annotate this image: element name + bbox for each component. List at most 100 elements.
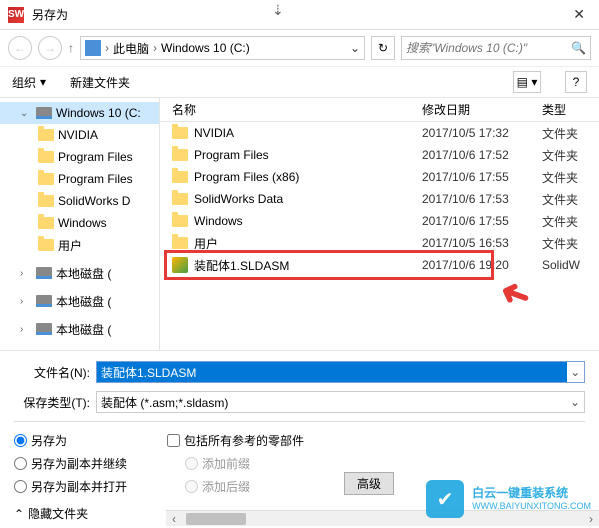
watermark-icon: ✔ [426,480,464,518]
filename-row: 文件名(N): ⌄ [14,361,585,383]
file-name: Program Files [194,148,422,162]
new-folder-button[interactable]: 新建文件夹 [70,74,130,91]
tree-label: SolidWorks D [58,194,130,208]
folder-icon [172,171,188,183]
tree-drive-c[interactable]: ⌄ Windows 10 (C: [0,102,159,124]
scroll-left-icon[interactable]: ‹ [166,512,182,526]
saveas-radio-group: 另存为 另存为副本并继续 另存为副本并打开 [14,432,127,495]
watermark-text: 白云一键重装系统 WWW.BAIYUNXITONG.COM [472,486,591,511]
nav-up-button[interactable]: ↑ [68,41,74,55]
col-date-header[interactable]: 修改日期 [422,101,542,118]
filename-input[interactable] [97,362,567,382]
radio-saveas[interactable]: 另存为 [14,432,127,449]
radio-prefix[interactable]: 添加前缀 [185,455,304,472]
folder-icon [172,149,188,161]
file-name: NVIDIA [194,126,422,140]
refresh-button[interactable]: ↻ [371,36,395,60]
breadcrumb-pc[interactable]: 此电脑 [113,40,149,57]
file-date: 2017/10/6 17:53 [422,192,542,206]
refs-check-group: 包括所有参考的零部件 添加前缀 添加后缀 [167,432,304,495]
file-date: 2017/10/5 17:32 [422,126,542,140]
search-input[interactable] [406,41,567,55]
close-button[interactable]: ✕ [567,6,591,23]
file-name: SolidWorks Data [194,192,422,206]
radio-copy-open[interactable]: 另存为副本并打开 [14,478,127,495]
file-name: 用户 [194,235,422,252]
check-include-refs[interactable]: 包括所有参考的零部件 [167,432,304,449]
tree-item[interactable]: Program Files [0,146,159,168]
nav-forward-button[interactable]: → [38,36,62,60]
breadcrumb-drive[interactable]: Windows 10 (C:) [161,41,250,55]
tree-drive[interactable]: ›本地磁盘 ( [0,318,159,340]
col-name-header[interactable]: 名称 [172,101,422,118]
file-type: 文件夹 [542,213,599,230]
filetype-label: 保存类型(T): [14,394,90,411]
expander-icon[interactable]: ⌄ [20,108,32,119]
file-name: Program Files (x86) [194,170,422,184]
search-icon[interactable]: 🔍 [571,41,586,55]
advanced-button[interactable]: 高级 [344,472,394,495]
file-list[interactable]: 名称 修改日期 类型 NVIDIA2017/10/5 17:32文件夹Progr… [160,98,599,350]
file-row[interactable]: SolidWorks Data2017/10/6 17:53文件夹 [160,188,599,210]
filename-dropdown[interactable]: ⌄ [567,365,584,379]
folder-icon [38,217,54,229]
drive-icon [36,107,52,119]
chevron-down-icon: ▾ [40,75,46,89]
expander-icon[interactable]: › [20,268,32,279]
nav-back-button[interactable]: ← [8,36,32,60]
file-type: SolidW [542,258,599,272]
help-button[interactable]: ? [565,71,587,93]
tree-label: Program Files [58,172,133,186]
breadcrumb[interactable]: › 此电脑 › Windows 10 (C:) ⌄ [80,36,365,60]
folder-icon [172,127,188,139]
filetype-value: 装配体 (*.asm;*.sldasm) [97,394,566,411]
filename-input-wrap[interactable]: ⌄ [96,361,585,383]
folder-tree[interactable]: ⌄ Windows 10 (C: NVIDIA Program Files Pr… [0,98,160,350]
col-type-header[interactable]: 类型 [542,101,599,118]
expander-icon[interactable]: › [20,324,32,335]
tree-item[interactable]: 用户 [0,234,159,256]
chevron-right-icon: › [153,41,157,55]
file-row[interactable]: 装配体1.SLDASM2017/10/6 19:20SolidW [160,254,599,276]
divider [14,421,585,422]
tree-item[interactable]: Windows [0,212,159,234]
file-row[interactable]: NVIDIA2017/10/5 17:32文件夹 [160,122,599,144]
file-date: 2017/10/6 17:52 [422,148,542,162]
tree-item[interactable]: Program Files [0,168,159,190]
file-row[interactable]: Program Files2017/10/6 17:52文件夹 [160,144,599,166]
view-mode-button[interactable]: ▤ ▾ [513,71,541,93]
organize-button[interactable]: 组织 ▾ [12,74,46,91]
folder-icon [38,173,54,185]
file-row[interactable]: Program Files (x86)2017/10/6 17:55文件夹 [160,166,599,188]
tree-label: Windows [58,216,107,230]
app-icon: SW [8,7,24,23]
file-row[interactable]: 用户2017/10/5 16:53文件夹 [160,232,599,254]
folder-icon [172,193,188,205]
file-type: 文件夹 [542,147,599,164]
filetype-select[interactable]: 装配体 (*.asm;*.sldasm) ⌄ [96,391,585,413]
filetype-dropdown[interactable]: ⌄ [566,395,584,409]
breadcrumb-dropdown[interactable]: ⌄ [350,41,360,55]
tree-item[interactable]: NVIDIA [0,124,159,146]
tree-label: Program Files [58,150,133,164]
resize-hint-icon: ⇣ [272,2,284,19]
file-date: 2017/10/6 19:20 [422,258,542,272]
search-box[interactable]: 🔍 [401,36,591,60]
tree-item[interactable]: SolidWorks D [0,190,159,212]
tree-drive[interactable]: ›本地磁盘 ( [0,290,159,312]
filename-label: 文件名(N): [14,364,90,381]
radio-suffix[interactable]: 添加后缀 [185,478,304,495]
toolbar: 组织 ▾ 新建文件夹 ▤ ▾ ? [0,66,599,98]
chevron-up-icon: ⌃ [14,507,24,521]
folder-icon [38,151,54,163]
scroll-thumb[interactable] [186,513,246,525]
drive-icon [36,295,52,307]
pc-icon [85,40,101,56]
radio-copy-continue[interactable]: 另存为副本并继续 [14,455,127,472]
tree-drive[interactable]: ›本地磁盘 ( [0,262,159,284]
tree-label: 用户 [58,237,82,254]
file-row[interactable]: Windows2017/10/6 17:55文件夹 [160,210,599,232]
file-type: 文件夹 [542,169,599,186]
expander-icon[interactable]: › [20,296,32,307]
folder-icon [172,215,188,227]
